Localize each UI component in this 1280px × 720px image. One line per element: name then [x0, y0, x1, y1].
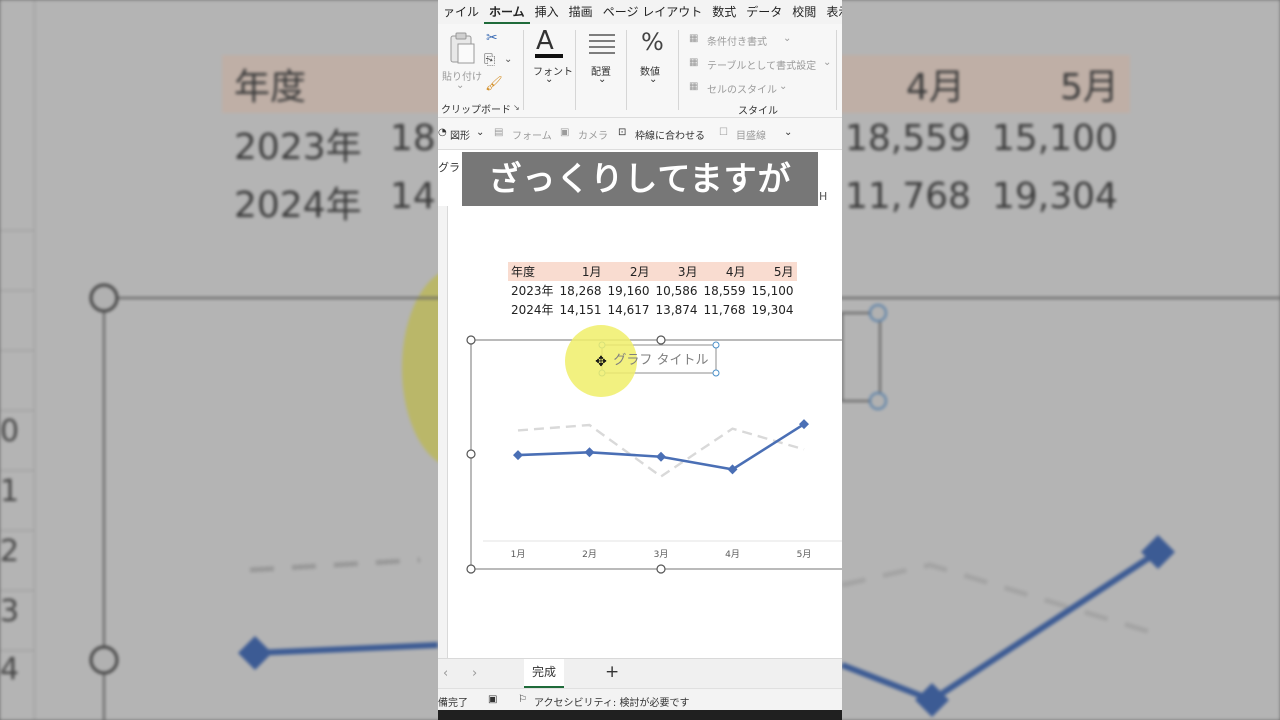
excel-window: ァイル ホーム 挿入 描画 ページ レイアウト 数式 データ 校閲 表示 開発 …	[438, 0, 842, 720]
conditional-format-button[interactable]: ▦ 条件付き書式 ⌄	[689, 32, 829, 48]
chevron-down-icon: ⌄	[779, 81, 788, 92]
sheet-tab-complete[interactable]: 完成	[524, 659, 564, 688]
title-handle[interactable]	[712, 369, 720, 377]
conditional-format-icon: ▦	[689, 33, 699, 44]
percent-icon: %	[641, 28, 664, 56]
cell-styles-icon: ▦	[689, 81, 699, 92]
tab-page-layout[interactable]: ページ レイアウト	[598, 0, 708, 24]
tab-file[interactable]: ァイル	[438, 0, 484, 24]
number-group[interactable]: % 数値 ⌄	[627, 24, 679, 116]
status-bar: 備完了 ▣ ⚐ アクセシビリティ: 検討が必要です	[438, 688, 842, 710]
camera-icon: ▣	[560, 127, 570, 138]
x-tick-label: 1月	[511, 549, 526, 560]
fit-to-frame-button[interactable]: 枠線に合わせる	[635, 127, 705, 142]
macro-record-icon[interactable]: ▣	[488, 694, 497, 705]
table-icon: ▦	[689, 57, 699, 68]
resize-handle[interactable]	[466, 564, 476, 574]
cell-styles-label: セルのスタイル	[707, 85, 777, 96]
align-icon	[589, 34, 615, 54]
status-ready: 備完了	[438, 698, 468, 709]
tab-review[interactable]: 校閲	[787, 0, 821, 24]
resize-handle[interactable]	[656, 335, 666, 345]
next-sheet-icon[interactable]: ›	[472, 666, 477, 681]
column-header-h: H	[819, 190, 828, 203]
chevron-down-icon[interactable]: ⌄	[504, 54, 512, 65]
video-frame: 年度 4月 5月 2023年 18 18,559 15,100 2024年 14…	[0, 0, 1280, 720]
copy-icon[interactable]: ⎘	[484, 52, 495, 68]
x-tick-label: 2月	[582, 549, 597, 560]
alignment-group[interactable]: 配置 ⌄	[576, 24, 627, 116]
tab-data[interactable]: データ	[741, 0, 787, 24]
group-separator	[836, 30, 837, 110]
format-as-table-button[interactable]: ▦ テーブルとして書式設定 ⌄	[689, 56, 834, 72]
chevron-down-icon: ⌄	[545, 74, 554, 85]
form-button[interactable]: フォーム	[512, 127, 552, 142]
font-color-icon: A	[536, 26, 554, 56]
x-tick-label: 3月	[654, 549, 669, 560]
tab-insert[interactable]: 挿入	[530, 0, 564, 24]
chevron-down-icon: ⌄	[598, 74, 607, 85]
prev-sheet-icon[interactable]: ‹	[443, 666, 448, 681]
move-cursor-icon: ✥	[595, 354, 607, 370]
clipboard-group: 貼り付け ⌄ ✂ ⎘ ⌄ 🖌 クリップボード ↘	[438, 24, 524, 116]
name-box[interactable]: グラ	[438, 152, 462, 184]
font-color-bar	[535, 54, 563, 58]
clipboard-label: クリップボード	[441, 105, 511, 116]
chevron-down-icon: ⌄	[649, 74, 658, 85]
ribbon-tabs: ァイル ホーム 挿入 描画 ページ レイアウト 数式 データ 校閲 表示 開発	[438, 0, 842, 24]
quick-access-toolbar: ◔ 図形 ⌄ ▤ フォーム ▣ カメラ ⊡ 枠線に合わせる ☐ 目盛線 ⌄	[438, 118, 842, 150]
form-icon: ▤	[494, 127, 504, 138]
paste-button[interactable]: 貼り付け ⌄	[442, 30, 482, 94]
format-as-table-label: テーブルとして書式設定	[707, 61, 817, 72]
conditional-format-label: 条件付き書式	[707, 37, 767, 48]
ribbon: 貼り付け ⌄ ✂ ⎘ ⌄ 🖌 クリップボード ↘ A フォント ⌄ 配置 ⌄ %…	[438, 24, 842, 118]
resize-handle[interactable]	[466, 449, 476, 459]
resize-handle[interactable]	[466, 335, 476, 345]
video-caption: ざっくりしてますが	[462, 152, 818, 206]
tab-draw[interactable]: 描画	[564, 0, 598, 24]
resize-handle[interactable]	[656, 564, 666, 574]
chevron-down-icon: ⌄	[823, 57, 832, 68]
fit-frame-icon: ⊡	[618, 127, 627, 138]
chevron-down-icon: ⌄	[456, 80, 465, 91]
chart-title[interactable]: グラフ タイトル	[613, 353, 708, 368]
customize-toolbar-icon[interactable]: ⌄	[784, 127, 792, 138]
tab-view[interactable]: 表示	[821, 0, 842, 24]
accessibility-icon[interactable]: ⚐	[518, 694, 527, 705]
chevron-down-icon: ⌄	[783, 33, 792, 44]
x-tick-label: 4月	[725, 549, 740, 560]
chevron-down-icon[interactable]: ⌄	[476, 127, 484, 138]
tab-home[interactable]: ホーム	[484, 0, 530, 24]
checkbox-icon[interactable]: ☐	[719, 127, 728, 138]
paste-icon	[450, 32, 475, 64]
shapes-button[interactable]: 図形	[450, 127, 470, 142]
gridlines-checkbox-label: 目盛線	[736, 131, 766, 142]
worksheet[interactable]: 年度 1月 2月 3月 4月 5月 2023年 18,268 19,160 10…	[438, 206, 842, 658]
line-chart[interactable]: 1月 2月 3月 4月 5月 グラフ タイトル ✥	[438, 206, 842, 658]
x-tick-label: 5月	[797, 549, 812, 560]
taskbar	[438, 710, 842, 720]
sheet-tab-bar: ‹ › 完成 +	[438, 658, 842, 688]
tab-formulas[interactable]: 数式	[707, 0, 741, 24]
add-sheet-icon[interactable]: +	[605, 662, 619, 682]
camera-button[interactable]: カメラ	[578, 127, 608, 142]
format-painter-icon[interactable]: 🖌	[485, 76, 503, 92]
title-handle[interactable]	[712, 341, 720, 349]
scissors-icon[interactable]: ✂	[486, 30, 498, 46]
font-group[interactable]: A フォント ⌄	[524, 24, 576, 116]
styles-group: ▦ 条件付き書式 ⌄ ▦ テーブルとして書式設定 ⌄ ▦ セルのスタイル ⌄ ス…	[679, 24, 837, 117]
cell-styles-button[interactable]: ▦ セルのスタイル ⌄	[689, 80, 829, 96]
shapes-icon: ◔	[438, 127, 447, 138]
dialog-launcher-icon[interactable]: ↘	[513, 103, 520, 112]
accessibility-status[interactable]: アクセシビリティ: 検討が必要です	[534, 694, 689, 709]
styles-label: スタイル	[738, 106, 778, 117]
